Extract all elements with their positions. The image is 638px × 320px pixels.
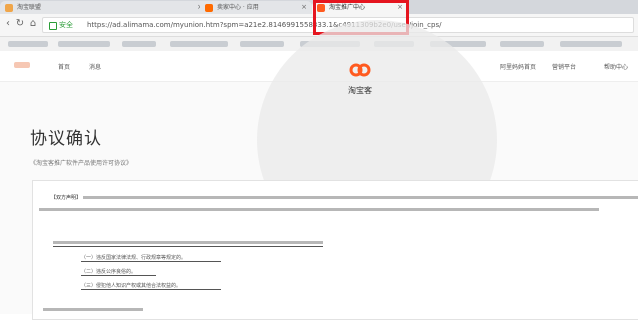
bookmark-item[interactable]: [500, 41, 544, 47]
nav-marketing-link[interactable]: 营销平台: [552, 62, 576, 71]
bookmark-item[interactable]: [170, 41, 228, 47]
paragraph-lead: 【双方声明】: [51, 195, 82, 201]
text-line: [43, 308, 143, 311]
clause-item-3: （三）侵犯他人知识产权或其他合法权益的。: [81, 283, 182, 289]
taobaoke-logo-icon: [349, 63, 371, 77]
clause-item-1: （一）违反国家法律法规、行政规章等规定的。: [81, 255, 187, 261]
underline: [53, 246, 323, 247]
nav-home-link[interactable]: 首页: [58, 62, 70, 71]
underline: [81, 275, 156, 276]
underline: [81, 261, 221, 262]
close-icon[interactable]: ×: [301, 1, 307, 14]
nav-help-link[interactable]: 帮助中心: [604, 62, 628, 71]
lock-icon: [49, 22, 57, 30]
reload-icon[interactable]: ↻: [14, 18, 26, 30]
page-title: 协议确认: [30, 129, 102, 149]
brand-name: 淘宝客: [348, 86, 372, 95]
tab-2[interactable]: 卖家中心 · 应用 ×: [200, 1, 312, 14]
home-icon[interactable]: ⌂: [27, 18, 39, 30]
site-logo[interactable]: [14, 62, 30, 68]
nav-alimama-home-link[interactable]: 阿里妈妈首页: [500, 62, 536, 71]
text-line: [53, 241, 323, 244]
agreement-name: 《淘宝客推广软件产品使用许可协议》: [30, 160, 133, 167]
bookmark-item[interactable]: [58, 41, 110, 47]
favicon-icon: [205, 4, 213, 12]
bookmark-item[interactable]: [8, 41, 48, 47]
tab-1[interactable]: 淘宝联盟 ×: [0, 1, 208, 14]
underline: [81, 289, 221, 290]
text-line: [83, 196, 638, 199]
back-icon[interactable]: ‹: [2, 18, 14, 30]
tab-label: 淘宝联盟: [17, 4, 42, 11]
favicon-icon: [5, 4, 13, 12]
bookmark-item[interactable]: [560, 41, 622, 47]
tab-label: 卖家中心 · 应用: [217, 4, 259, 11]
nav-messages-link[interactable]: 消息: [89, 62, 101, 71]
secure-label: 安全: [59, 21, 73, 29]
clause-item-2: （二）违反公序良俗的。: [81, 269, 137, 275]
bookmark-item[interactable]: [122, 41, 156, 47]
bookmark-item[interactable]: [240, 41, 284, 47]
text-line: [39, 208, 599, 211]
agreement-content-box: 【双方声明】 （一）违反国家法律法规、行政规章等规定的。 （二）违反公序良俗的。…: [32, 180, 638, 320]
